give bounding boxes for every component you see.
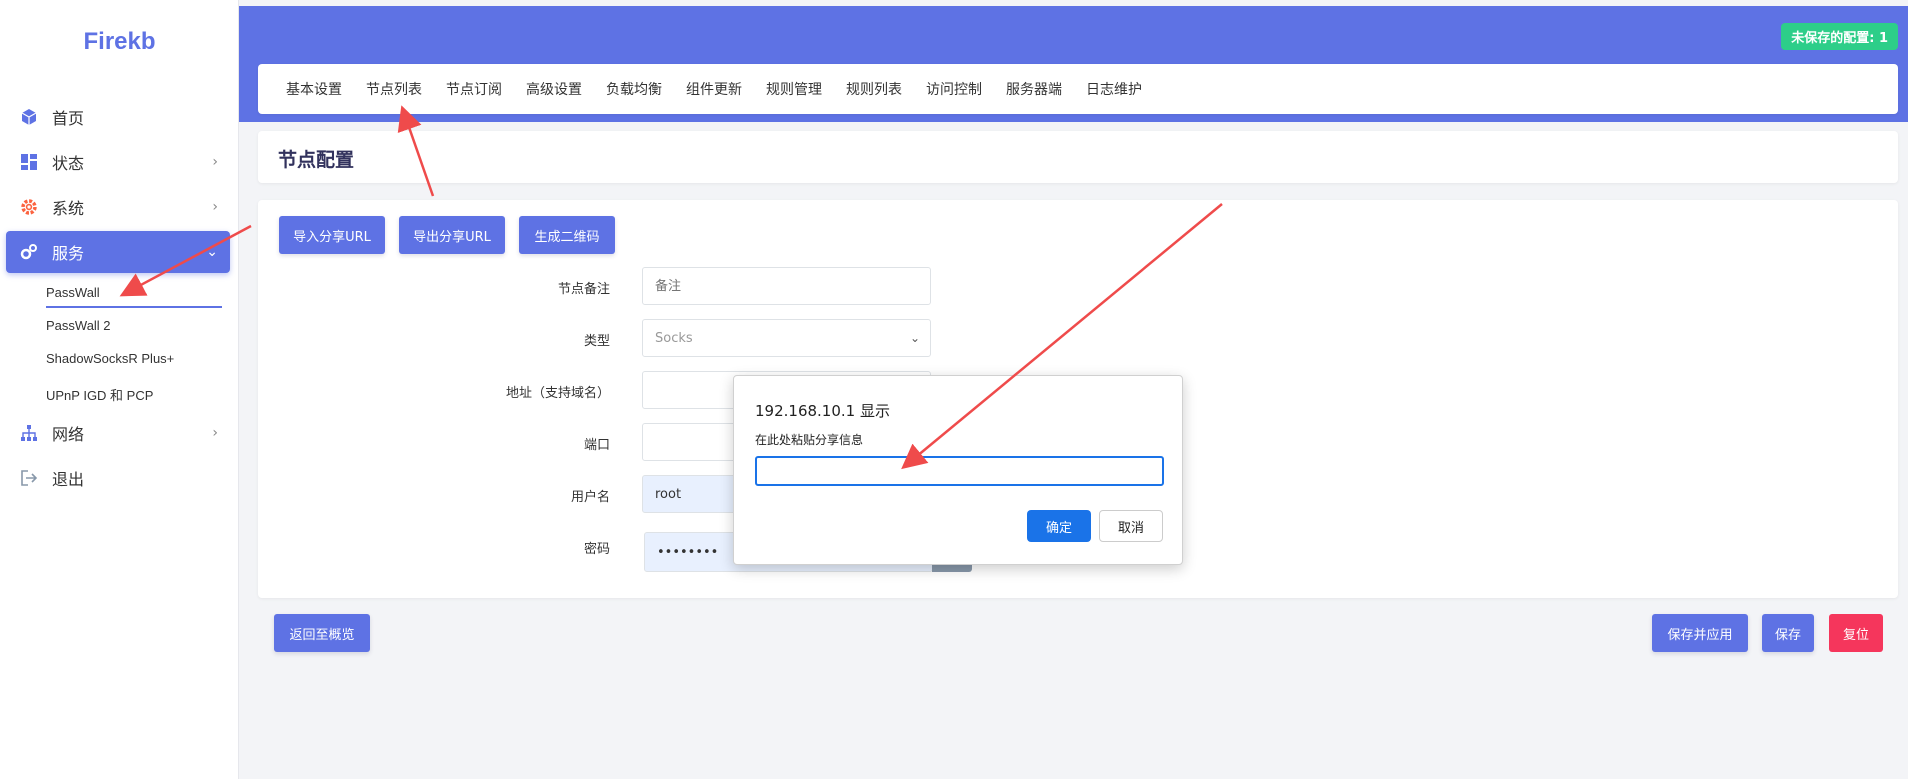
tab-rule-manage[interactable]: 规则管理 (766, 79, 822, 99)
field-label-username: 用户名 (570, 490, 610, 505)
sidebar-item-label: 首页 (52, 109, 85, 128)
sidebar-subitem-upnp[interactable]: UPnP IGD 和 PCP (46, 385, 153, 404)
field-label-port: 端口 (583, 438, 610, 453)
cube-icon (18, 106, 40, 128)
sidebar-item-services[interactable]: 服务 ⌄ (6, 231, 230, 273)
sidebar-item-system[interactable]: 系统 › (6, 186, 230, 228)
generate-qrcode-button[interactable]: 生成二维码 (519, 216, 615, 254)
sidebar-subitem-ssrplus[interactable]: ShadowSocksR Plus+ (46, 351, 174, 366)
sidebar-item-label: 网络 (52, 425, 85, 444)
save-button[interactable]: 保存 (1762, 614, 1814, 652)
reset-button[interactable]: 复位 (1829, 614, 1883, 652)
save-apply-button[interactable]: 保存并应用 (1652, 614, 1748, 652)
tab-rule-list[interactable]: 规则列表 (846, 79, 902, 99)
sidebar-item-logout[interactable]: 退出 (6, 457, 230, 499)
sidebar-item-label: 系统 (52, 199, 85, 218)
import-share-url-button[interactable]: 导入分享URL (279, 216, 385, 254)
page-title: 节点配置 (278, 149, 355, 171)
chevron-down-icon: ⌄ (909, 331, 920, 345)
active-subitem-indicator (46, 306, 222, 308)
remark-input[interactable] (642, 267, 931, 305)
sidebar-subitem-passwall2[interactable]: PassWall 2 (46, 318, 111, 333)
chevron-right-icon: › (212, 199, 218, 215)
tab-log[interactable]: 日志维护 (1086, 79, 1142, 99)
tab-basic-settings[interactable]: 基本设置 (286, 79, 342, 99)
chevron-right-icon: › (212, 154, 218, 170)
tab-server[interactable]: 服务器端 (1006, 79, 1062, 99)
sidebar-subitem-passwall[interactable]: PassWall (46, 285, 100, 300)
gear-icon (18, 196, 40, 218)
field-label-remark: 节点备注 (557, 282, 610, 297)
network-icon (18, 422, 40, 444)
tab-load-balance[interactable]: 负载均衡 (606, 79, 662, 99)
tab-node-list[interactable]: 节点列表 (366, 79, 422, 99)
title-card: 节点配置 (258, 131, 1898, 183)
dialog-title: 192.168.10.1 显示 (755, 402, 890, 420)
tab-node-subscribe[interactable]: 节点订阅 (446, 79, 502, 99)
dashboard-icon (18, 151, 40, 173)
sidebar-item-label: 服务 (52, 244, 85, 263)
chevron-right-icon: › (212, 425, 218, 441)
tab-access-control[interactable]: 访问控制 (926, 79, 982, 99)
type-select-value: Socks (655, 330, 693, 346)
logo: Firekb (83, 28, 156, 55)
tab-component-update[interactable]: 组件更新 (686, 79, 742, 99)
prompt-dialog: 192.168.10.1 显示 在此处粘贴分享信息 确定 取消 (733, 375, 1183, 565)
share-info-input[interactable] (755, 456, 1164, 486)
dialog-message: 在此处粘贴分享信息 (755, 433, 864, 447)
dialog-ok-button[interactable]: 确定 (1027, 510, 1091, 542)
field-label-password: 密码 (583, 542, 610, 557)
field-label-type: 类型 (583, 334, 610, 349)
sidebar-item-status[interactable]: 状态 › (6, 141, 230, 183)
chevron-down-icon: ⌄ (206, 244, 218, 260)
services-gears-icon (18, 241, 40, 263)
unsaved-config-badge[interactable]: 未保存的配置: 1 (1781, 23, 1898, 50)
back-to-overview-button[interactable]: 返回至概览 (274, 614, 370, 652)
sidebar-item-network[interactable]: 网络 › (6, 412, 230, 454)
sidebar-item-label: 退出 (52, 470, 85, 489)
field-label-address: 地址（支持域名） (505, 386, 610, 401)
dialog-cancel-button[interactable]: 取消 (1099, 510, 1163, 542)
logout-icon (18, 467, 40, 489)
sidebar-item-home[interactable]: 首页 (6, 96, 230, 138)
tab-advanced-settings[interactable]: 高级设置 (526, 79, 582, 99)
sidebar-item-label: 状态 (52, 154, 85, 173)
export-share-url-button[interactable]: 导出分享URL (399, 216, 505, 254)
sidebar: Firekb 首页 状态 › 系统 › 服务 ⌄ PassWall PassWa… (0, 0, 239, 779)
type-select[interactable]: Socks ⌄ (642, 319, 931, 357)
tab-bar: 基本设置 节点列表 节点订阅 高级设置 负载均衡 组件更新 规则管理 规则列表 … (258, 64, 1898, 114)
